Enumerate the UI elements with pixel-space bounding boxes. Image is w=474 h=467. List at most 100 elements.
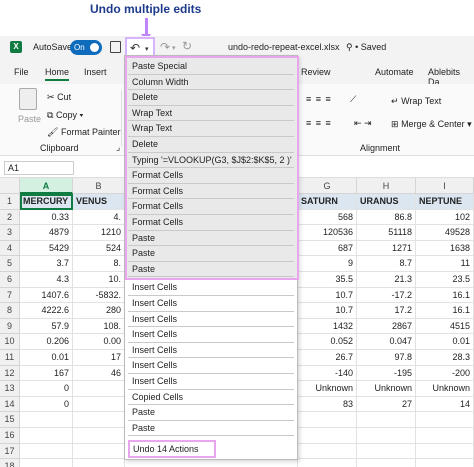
table-cell[interactable] [20,428,73,444]
table-cell[interactable]: 16.1 [416,287,474,304]
table-cell[interactable]: -17.2 [357,287,416,304]
undo-history-item[interactable]: Delete [128,137,294,153]
table-cell[interactable]: 9 [298,256,357,272]
column-header-g[interactable]: G [298,178,357,194]
table-cell[interactable]: 8. [73,256,125,272]
table-cell[interactable]: 0.047 [357,334,416,350]
table-cell[interactable]: 28.3 [416,350,474,366]
table-cell[interactable]: 21.3 [357,272,416,288]
save-icon[interactable] [110,41,121,53]
table-cell[interactable]: 4515 [416,318,474,335]
table-cell[interactable]: 5429 [20,240,73,257]
table-cell[interactable] [416,443,474,460]
table-cell[interactable]: 97.8 [357,350,416,366]
table-cell[interactable] [298,459,357,467]
table-cell[interactable]: 687 [298,240,357,257]
table-cell[interactable]: 16.1 [416,303,474,319]
header-cell[interactable]: VENUS [73,194,125,210]
undo-history-item[interactable]: Paste Special [128,59,294,75]
row-header[interactable]: 10 [0,334,20,350]
undo-history-item[interactable]: Format Cells [128,184,294,200]
name-box[interactable]: A1 [4,161,74,175]
table-cell[interactable]: 14 [416,396,474,413]
table-cell[interactable]: 0.206 [20,334,73,350]
wrap-text-button[interactable]: ↵ Wrap Text [391,96,441,107]
table-cell[interactable]: 17.2 [357,303,416,319]
table-cell[interactable]: 4222.6 [20,303,73,319]
table-cell[interactable] [298,412,357,428]
undo-history-item[interactable]: Format Cells [128,215,294,231]
row-header[interactable]: 15 [0,412,20,428]
table-cell[interactable]: 120536 [298,225,357,241]
orientation-icon[interactable]: ⟋ [350,94,356,105]
undo-history-item[interactable]: Insert Cells [128,343,294,359]
table-cell[interactable]: 0 [20,396,73,413]
tab-home[interactable]: Home [45,67,70,81]
table-cell[interactable]: -200 [416,365,474,382]
table-cell[interactable]: 23.5 [416,272,474,288]
table-cell[interactable]: 11 [416,256,474,272]
table-cell[interactable]: 4.3 [20,272,73,288]
table-cell[interactable]: 86.8 [357,209,416,226]
undo-history-item[interactable]: Paste [128,421,294,437]
row-header[interactable]: 6 [0,272,20,288]
table-cell[interactable]: 49528 [416,225,474,241]
table-cell[interactable]: 568 [298,209,357,226]
row-header[interactable]: 7 [0,287,20,304]
row-header[interactable]: 1 [0,194,20,210]
row-header[interactable]: 16 [0,428,20,444]
undo-history-item[interactable]: Copied Cells [128,390,294,406]
table-cell[interactable]: 108. [73,318,125,335]
undo-history-item[interactable]: Delete [128,90,294,106]
row-header[interactable]: 13 [0,381,20,397]
table-cell[interactable] [20,443,73,460]
undo-history-item[interactable]: Column Width [128,75,294,91]
row-header[interactable]: 2 [0,209,20,226]
paste-icon[interactable] [19,88,37,110]
table-cell[interactable]: 280 [73,303,125,319]
table-cell[interactable] [73,396,125,413]
paste-button[interactable]: Paste [18,114,41,124]
clipboard-launcher-icon[interactable]: ⌟ [116,142,120,153]
table-cell[interactable]: 524 [73,240,125,257]
select-all-corner[interactable] [0,178,20,194]
table-cell[interactable]: 0.01 [416,334,474,350]
table-cell[interactable] [20,412,73,428]
table-cell[interactable]: 8.7 [357,256,416,272]
table-cell[interactable]: 0 [20,381,73,397]
table-cell[interactable]: Unknown [357,381,416,397]
tab-insert[interactable]: Insert [84,67,107,77]
table-cell[interactable] [73,428,125,444]
table-cell[interactable] [73,412,125,428]
table-cell[interactable] [416,459,474,467]
format-painter-button[interactable]: 🖌 Format Painter [47,127,120,138]
table-cell[interactable]: 51118 [357,225,416,241]
table-cell[interactable] [416,412,474,428]
row-header[interactable]: 14 [0,396,20,413]
undo-history-item[interactable]: Format Cells [128,199,294,215]
header-cell[interactable]: URANUS [357,194,416,210]
undo-history-item[interactable]: Insert Cells [128,358,294,374]
undo-history-item[interactable]: Wrap Text [128,121,294,137]
table-cell[interactable] [416,428,474,444]
cut-button[interactable]: ✂ Cut [47,92,71,103]
table-cell[interactable]: -195 [357,365,416,382]
table-cell[interactable] [73,381,125,397]
header-cell[interactable]: NEPTUNE [416,194,474,210]
row-header[interactable]: 18 [0,459,20,467]
undo-history-item[interactable]: Insert Cells [128,296,294,312]
table-cell[interactable] [298,428,357,444]
table-cell[interactable]: 2867 [357,318,416,335]
table-cell[interactable]: 0.33 [20,209,73,226]
undo-dropdown-caret-icon[interactable]: ▾ [145,45,149,53]
undo-history-item[interactable]: Wrap Text [128,106,294,122]
table-cell[interactable]: 17 [73,350,125,366]
table-cell[interactable]: -140 [298,365,357,382]
tab-file[interactable]: File [14,67,29,77]
redo-dropdown-caret-icon[interactable]: ▾ [172,44,176,52]
row-header[interactable]: 12 [0,365,20,382]
repeat-icon[interactable]: ↻ [182,39,192,53]
tab-automate[interactable]: Automate [375,67,414,77]
undo-history-item[interactable]: Format Cells [128,168,294,184]
undo-history-item[interactable]: Paste [128,405,294,421]
